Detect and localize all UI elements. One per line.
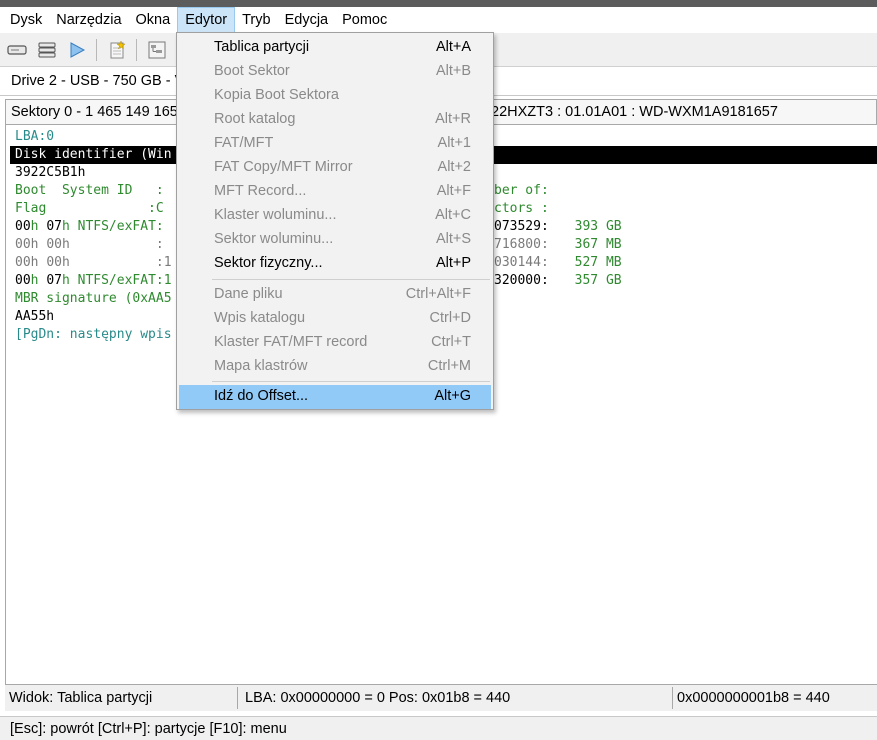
drive-label[interactable]: Drive 2 - USB - 750 GB - V xyxy=(11,73,184,89)
menu-item-klaster-woluminu[interactable]: Klaster woluminu... Alt+C xyxy=(179,204,491,228)
menu-item-boot-sektor[interactable]: Boot Sektor Alt+B xyxy=(179,60,491,84)
tree-view-icon[interactable] xyxy=(146,40,168,60)
status-view: Widok: Tablica partycji xyxy=(9,690,153,706)
mbr-signature-label: MBR signature (0xAA5 xyxy=(15,291,172,306)
row-system-id: 00 xyxy=(46,255,62,270)
row-size: 527 MB xyxy=(559,255,622,270)
menu-item-wpis-katalogu[interactable]: Wpis katalogu Ctrl+D xyxy=(179,307,491,331)
menu-item-dane-pliku[interactable]: Dane pliku Ctrl+Alt+F xyxy=(179,283,491,307)
menu-item-idz-do-offset[interactable]: Idź do Offset... Alt+G xyxy=(179,385,491,409)
status-divider xyxy=(237,687,238,709)
menu-edycja[interactable]: Edycja xyxy=(278,7,336,33)
menu-item-fat-mft[interactable]: FAT/MFT Alt+1 xyxy=(179,132,491,156)
play-icon[interactable] xyxy=(66,40,88,60)
row-flag: 00 xyxy=(15,219,31,234)
menu-item-klaster-fat-mft-record[interactable]: Klaster FAT/MFT record Ctrl+T xyxy=(179,331,491,355)
menu-item-mapa-klastrow[interactable]: Mapa klastrów Ctrl+M xyxy=(179,355,491,379)
pgdn-hint: [PgDn: następny wpis xyxy=(15,327,172,342)
edytor-dropdown-menu: Tablica partycji Alt+A Boot Sektor Alt+B K… xyxy=(176,32,494,410)
key-hint-bar: [Esc]: powrót [Ctrl+P]: partycje [F10]: … xyxy=(0,716,877,740)
row-size: 393 GB xyxy=(559,219,622,234)
table-header-2: Flag :C xyxy=(15,201,164,216)
row-sectors: 320000: xyxy=(494,273,549,288)
menu-okna[interactable]: Okna xyxy=(129,7,178,33)
menu-item-mft-record[interactable]: MFT Record... Alt+F xyxy=(179,180,491,204)
row-fs: :1 xyxy=(69,255,172,270)
mbr-signature-value: AA55h xyxy=(15,309,55,324)
sectors-range: Sektory 0 - 1 465 149 165 xyxy=(11,104,178,120)
menu-narzedzia[interactable]: Narzędzia xyxy=(49,7,128,33)
menu-item-fat-copy-mft-mirror[interactable]: FAT Copy/MFT Mirror Alt+2 xyxy=(179,156,491,180)
disk-id-value: 3922C5B1h xyxy=(15,165,86,180)
menu-item-tablica-partycji[interactable]: Tablica partycji Alt+A xyxy=(179,36,491,60)
row-fs: NTFS/exFAT: xyxy=(69,219,164,234)
row-size: 357 GB xyxy=(559,273,622,288)
table-row[interactable]: 00h 00h : xyxy=(15,236,164,254)
menu-item-sektor-fizyczny[interactable]: Sektor fizyczny... Alt+P xyxy=(179,252,491,276)
table-header-2-right: ctors : xyxy=(494,201,549,216)
row-fs: NTFS/exFAT:1 xyxy=(69,273,172,288)
status-lba-pos: LBA: 0x00000000 = 0 Pos: 0x01b8 = 440 xyxy=(245,690,511,706)
menu-separator xyxy=(212,279,490,280)
row-sectors: 716800: xyxy=(494,237,549,252)
menu-dysk[interactable]: Dysk xyxy=(3,7,49,33)
toolbar-separator xyxy=(96,39,97,61)
table-header-1-right: ber of: xyxy=(494,183,549,198)
row-sectors: 030144: xyxy=(494,255,549,270)
toolbar-separator xyxy=(136,39,137,61)
row-system-id: 07 xyxy=(46,273,62,288)
row-flag: 00 xyxy=(15,255,31,270)
lba-line: LBA:0 xyxy=(15,129,55,144)
row-flag: 00 xyxy=(15,237,31,252)
window-title-bar xyxy=(0,0,877,7)
menu-bar: Dysk Narzędzia Okna Edytor Tryb Edycja P… xyxy=(0,7,877,33)
stack-icon[interactable] xyxy=(36,40,58,60)
menu-edytor[interactable]: Edytor xyxy=(177,7,236,33)
row-flag: 00 xyxy=(15,273,31,288)
drive-icon[interactable] xyxy=(6,40,28,60)
drive-model-serial: 22HXZT3 : 01.01A01 : WD-WXM1A9181657 xyxy=(491,104,778,120)
menu-item-root-katalog[interactable]: Root katalog Alt+R xyxy=(179,108,491,132)
table-row[interactable]: 00h 00h :1 xyxy=(15,254,172,272)
menu-pomoc[interactable]: Pomoc xyxy=(335,7,394,33)
status-offset: 0x0000000001b8 = 440 xyxy=(677,690,830,706)
new-page-icon[interactable] xyxy=(106,40,128,60)
menu-tryb[interactable]: Tryb xyxy=(235,7,277,33)
row-fs: : xyxy=(69,237,164,252)
row-system-id: 00 xyxy=(46,237,62,252)
status-bar: Widok: Tablica partycji LBA: 0x00000000 … xyxy=(5,684,877,711)
disk-identifier-label: Disk identifier (Win xyxy=(15,147,172,162)
row-sectors: 073529: xyxy=(494,219,549,234)
menu-separator xyxy=(212,381,490,382)
row-system-id: 07 xyxy=(46,219,62,234)
row-size: 367 MB xyxy=(559,237,622,252)
key-hints: [Esc]: powrót [Ctrl+P]: partycje [F10]: … xyxy=(10,721,287,737)
menu-item-sektor-woluminu[interactable]: Sektor woluminu... Alt+S xyxy=(179,228,491,252)
table-row[interactable]: 00h 07h NTFS/exFAT:1 xyxy=(15,272,172,290)
table-header-1: Boot System ID : xyxy=(15,183,164,198)
table-row[interactable]: 00h 07h NTFS/exFAT: xyxy=(15,218,164,236)
menu-item-kopia-boot-sektora[interactable]: Kopia Boot Sektora xyxy=(179,84,491,108)
